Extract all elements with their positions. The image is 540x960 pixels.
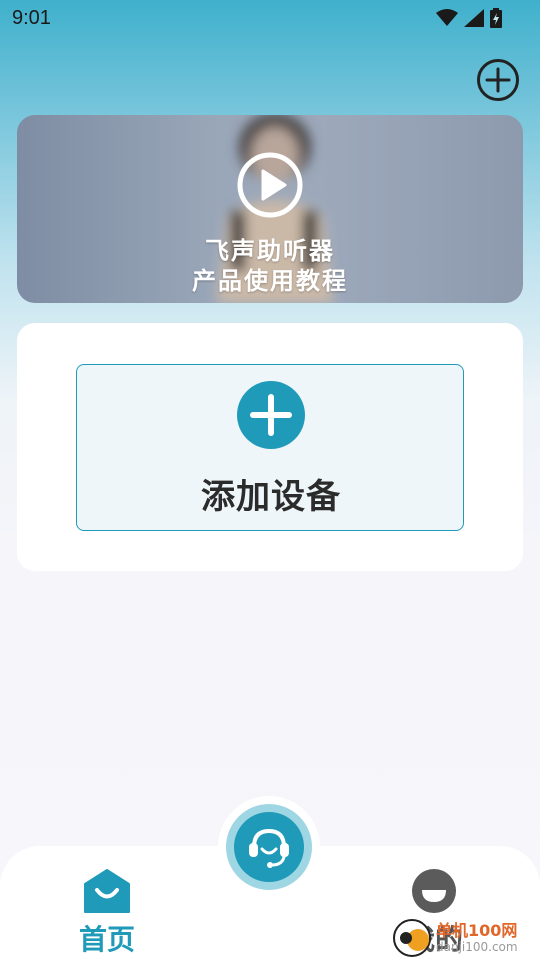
tutorial-video-banner[interactable]: 飞声助听器 产品使用教程	[17, 115, 523, 303]
signal-icon	[464, 9, 484, 27]
watermark-sub-text: danji100.com	[436, 940, 518, 954]
tab-home[interactable]: 首页	[60, 862, 154, 956]
status-bar: 9:01	[0, 0, 540, 36]
support-button-ring	[226, 804, 312, 890]
watermark-logo-icon	[393, 919, 431, 957]
status-icons	[436, 8, 502, 28]
profile-icon	[412, 869, 456, 913]
tab-home-label: 首页	[78, 923, 135, 956]
device-card: 添加设备	[17, 323, 523, 571]
wifi-icon	[436, 9, 458, 26]
support-button-core	[234, 812, 304, 882]
plus-circle-filled-icon	[237, 381, 305, 449]
add-device-label: 添加设备	[201, 477, 341, 517]
watermark-main-text: 单机100网	[436, 921, 518, 940]
status-time: 9:01	[12, 7, 51, 29]
plus-circle-icon	[477, 59, 519, 101]
add-device-button[interactable]: 添加设备	[76, 364, 464, 531]
add-device-top-button[interactable]	[476, 58, 520, 102]
headset-icon	[249, 828, 289, 868]
play-icon	[237, 152, 303, 218]
home-icon	[84, 869, 130, 913]
banner-title-line2: 产品使用教程	[192, 267, 348, 295]
customer-support-button[interactable]	[218, 796, 320, 898]
site-watermark: 单机100网 danji100.com	[392, 918, 518, 958]
battery-charging-icon	[490, 8, 502, 28]
